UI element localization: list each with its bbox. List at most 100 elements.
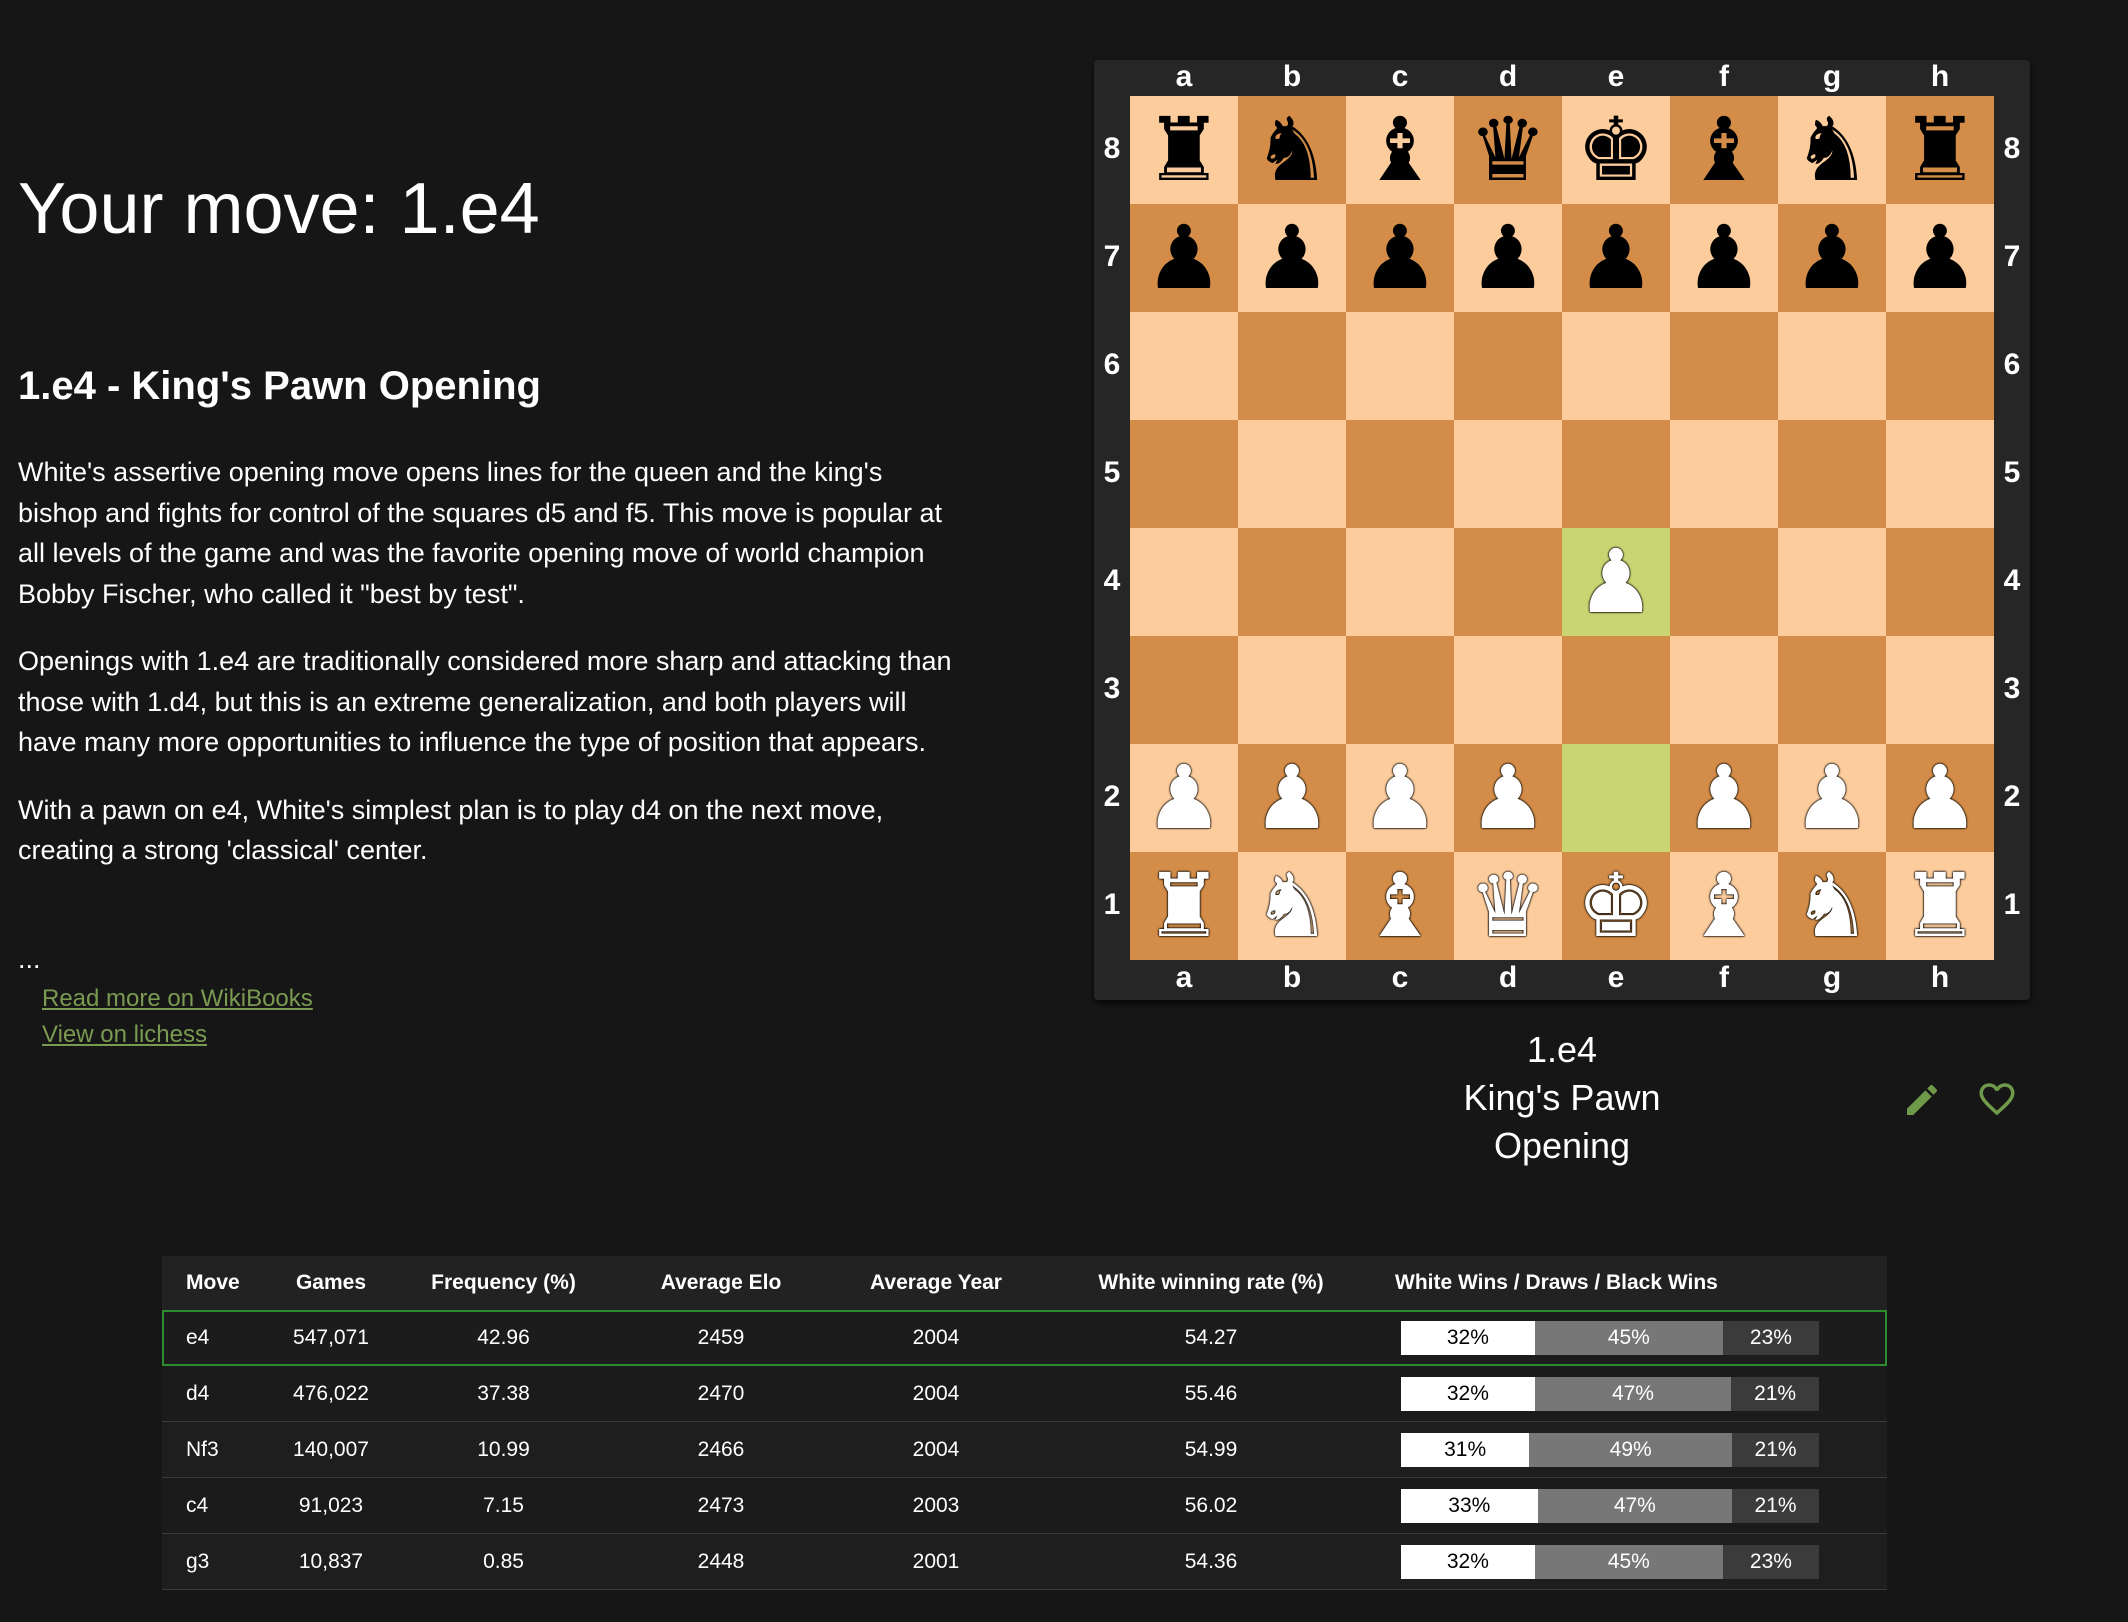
square-a5[interactable] xyxy=(1130,420,1238,528)
square-a7[interactable]: ♟ xyxy=(1130,204,1238,312)
square-f4[interactable] xyxy=(1670,528,1778,636)
square-a1[interactable]: ♜ xyxy=(1130,852,1238,960)
square-e7[interactable]: ♟ xyxy=(1562,204,1670,312)
white-pawn-icon[interactable]: ♟ xyxy=(1361,754,1440,842)
square-h6[interactable] xyxy=(1886,312,1994,420)
black-pawn-icon[interactable]: ♟ xyxy=(1577,214,1656,302)
square-b5[interactable] xyxy=(1238,420,1346,528)
square-d4[interactable] xyxy=(1454,528,1562,636)
lichess-link[interactable]: View on lichess xyxy=(42,1021,207,1049)
square-c3[interactable] xyxy=(1346,636,1454,744)
table-row[interactable]: d4 476,022 37.38 2470 2004 55.46 32% 47% 21% xyxy=(162,1365,1887,1422)
square-d1[interactable]: ♛ xyxy=(1454,852,1562,960)
square-e1[interactable]: ♚ xyxy=(1562,852,1670,960)
white-bishop-icon[interactable]: ♝ xyxy=(1685,862,1764,950)
black-rook-icon[interactable]: ♜ xyxy=(1901,106,1980,194)
square-e4[interactable]: ♟ xyxy=(1562,528,1670,636)
square-c4[interactable] xyxy=(1346,528,1454,636)
square-g3[interactable] xyxy=(1778,636,1886,744)
square-d5[interactable] xyxy=(1454,420,1562,528)
square-f3[interactable] xyxy=(1670,636,1778,744)
heart-outline-icon[interactable] xyxy=(1976,1078,2016,1118)
square-a4[interactable] xyxy=(1130,528,1238,636)
white-pawn-icon[interactable]: ♟ xyxy=(1253,754,1332,842)
pencil-icon[interactable] xyxy=(1902,1080,1942,1120)
square-f5[interactable] xyxy=(1670,420,1778,528)
column-header-games[interactable]: Games xyxy=(276,1256,386,1310)
table-row[interactable]: Nf3 140,007 10.99 2466 2004 54.99 31% 49% 21% xyxy=(162,1421,1887,1478)
column-header-average-elo[interactable]: Average Elo xyxy=(621,1256,821,1310)
square-b6[interactable] xyxy=(1238,312,1346,420)
white-king-icon[interactable]: ♚ xyxy=(1577,862,1656,950)
square-e5[interactable] xyxy=(1562,420,1670,528)
square-g2[interactable]: ♟ xyxy=(1778,744,1886,852)
chessboard[interactable]: ♜ ♞ ♝ ♛ ♚ ♝ ♞ ♜ ♟ ♟ ♟ ♟ ♟ ♟ ♟ ♟ ♟ ♟ ♟ ♟ ♟ ♟ ♟ ♟ ♜ ♞ ♝ ♛ ♚ ♝ ♞ ♜ xyxy=(1130,96,1994,960)
white-pawn-icon[interactable]: ♟ xyxy=(1685,754,1764,842)
white-rook-icon[interactable]: ♜ xyxy=(1901,862,1980,950)
square-d8[interactable]: ♛ xyxy=(1454,96,1562,204)
column-header-frequency[interactable]: Frequency (%) xyxy=(386,1256,621,1310)
square-d6[interactable] xyxy=(1454,312,1562,420)
black-pawn-icon[interactable]: ♟ xyxy=(1145,214,1224,302)
square-f1[interactable]: ♝ xyxy=(1670,852,1778,960)
square-h8[interactable]: ♜ xyxy=(1886,96,1994,204)
square-g7[interactable]: ♟ xyxy=(1778,204,1886,312)
square-a3[interactable] xyxy=(1130,636,1238,744)
square-h7[interactable]: ♟ xyxy=(1886,204,1994,312)
square-c8[interactable]: ♝ xyxy=(1346,96,1454,204)
square-f6[interactable] xyxy=(1670,312,1778,420)
black-bishop-icon[interactable]: ♝ xyxy=(1685,106,1764,194)
white-pawn-icon[interactable]: ♟ xyxy=(1793,754,1872,842)
column-header-wdl[interactable]: White Wins / Draws / Black Wins xyxy=(1371,1256,1887,1310)
square-h5[interactable] xyxy=(1886,420,1994,528)
black-knight-icon[interactable]: ♞ xyxy=(1793,106,1872,194)
black-queen-icon[interactable]: ♛ xyxy=(1469,106,1548,194)
square-a8[interactable]: ♜ xyxy=(1130,96,1238,204)
column-header-move[interactable]: Move xyxy=(162,1256,276,1310)
white-pawn-icon[interactable]: ♟ xyxy=(1145,754,1224,842)
square-h3[interactable] xyxy=(1886,636,1994,744)
square-c1[interactable]: ♝ xyxy=(1346,852,1454,960)
table-row[interactable]: c4 91,023 7.15 2473 2003 56.02 33% 47% 21% xyxy=(162,1477,1887,1534)
square-h2[interactable]: ♟ xyxy=(1886,744,1994,852)
white-pawn-icon[interactable]: ♟ xyxy=(1901,754,1980,842)
black-knight-icon[interactable]: ♞ xyxy=(1253,106,1332,194)
square-c5[interactable] xyxy=(1346,420,1454,528)
square-e8[interactable]: ♚ xyxy=(1562,96,1670,204)
square-e3[interactable] xyxy=(1562,636,1670,744)
black-king-icon[interactable]: ♚ xyxy=(1577,106,1656,194)
black-pawn-icon[interactable]: ♟ xyxy=(1901,214,1980,302)
square-e2[interactable] xyxy=(1562,744,1670,852)
square-f8[interactable]: ♝ xyxy=(1670,96,1778,204)
square-g8[interactable]: ♞ xyxy=(1778,96,1886,204)
square-b4[interactable] xyxy=(1238,528,1346,636)
black-bishop-icon[interactable]: ♝ xyxy=(1361,106,1440,194)
black-pawn-icon[interactable]: ♟ xyxy=(1793,214,1872,302)
square-a2[interactable]: ♟ xyxy=(1130,744,1238,852)
square-h4[interactable] xyxy=(1886,528,1994,636)
black-pawn-icon[interactable]: ♟ xyxy=(1253,214,1332,302)
black-pawn-icon[interactable]: ♟ xyxy=(1361,214,1440,302)
column-header-white-winning-rate[interactable]: White winning rate (%) xyxy=(1051,1256,1371,1310)
square-e6[interactable] xyxy=(1562,312,1670,420)
black-pawn-icon[interactable]: ♟ xyxy=(1685,214,1764,302)
white-rook-icon[interactable]: ♜ xyxy=(1145,862,1224,950)
white-pawn-icon[interactable]: ♟ xyxy=(1577,538,1656,626)
white-knight-icon[interactable]: ♞ xyxy=(1793,862,1872,950)
square-b8[interactable]: ♞ xyxy=(1238,96,1346,204)
square-d2[interactable]: ♟ xyxy=(1454,744,1562,852)
square-b3[interactable] xyxy=(1238,636,1346,744)
square-c7[interactable]: ♟ xyxy=(1346,204,1454,312)
column-header-average-year[interactable]: Average Year xyxy=(821,1256,1051,1310)
white-knight-icon[interactable]: ♞ xyxy=(1253,862,1332,950)
square-g4[interactable] xyxy=(1778,528,1886,636)
square-h1[interactable]: ♜ xyxy=(1886,852,1994,960)
wikibooks-link[interactable]: Read more on WikiBooks xyxy=(42,985,313,1013)
square-b7[interactable]: ♟ xyxy=(1238,204,1346,312)
square-d7[interactable]: ♟ xyxy=(1454,204,1562,312)
square-g6[interactable] xyxy=(1778,312,1886,420)
white-bishop-icon[interactable]: ♝ xyxy=(1361,862,1440,950)
square-b2[interactable]: ♟ xyxy=(1238,744,1346,852)
square-g1[interactable]: ♞ xyxy=(1778,852,1886,960)
square-a6[interactable] xyxy=(1130,312,1238,420)
